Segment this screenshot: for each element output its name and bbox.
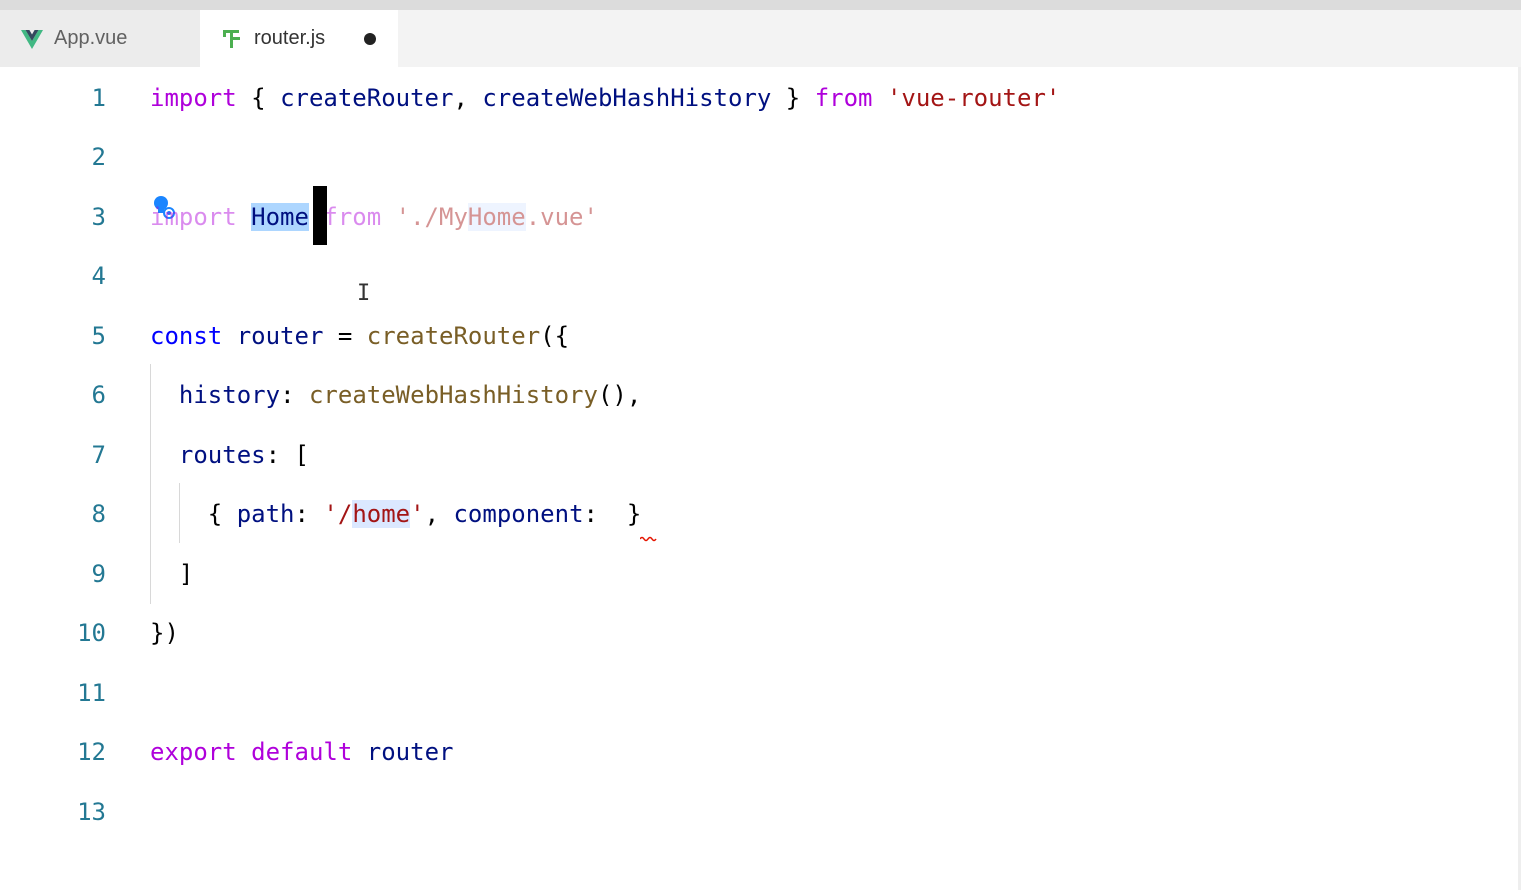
line-number: 4 <box>91 262 106 290</box>
code-line-9[interactable]: 9 ] <box>0 554 1500 594</box>
line-number: 5 <box>91 322 106 350</box>
code-line-7[interactable]: 7 routes: [ <box>0 435 1500 475</box>
code-line-4[interactable]: 4 <box>0 256 1500 296</box>
text-cursor <box>313 186 327 245</box>
code-line-8[interactable]: 8 { path: '/home', component: } <box>0 494 1500 534</box>
code-line-11[interactable]: 11 <box>0 673 1500 713</box>
code-text: import { createRouter, createWebHashHist… <box>150 84 1061 112</box>
tab-router-js[interactable]: router.js <box>200 10 398 67</box>
code-text: { path: '/home', component: } <box>150 500 642 528</box>
line-number: 9 <box>91 560 106 588</box>
line-number: 7 <box>91 441 106 469</box>
line-number: 11 <box>77 679 106 707</box>
window-top-strip <box>0 0 1521 10</box>
tab-app-vue[interactable]: App.vue <box>0 10 200 67</box>
code-text: import Home from './MyHome.vue' <box>150 203 598 231</box>
code-line-1[interactable]: 1 import { createRouter, createWebHashHi… <box>0 78 1500 118</box>
tab-label: router.js <box>254 27 326 49</box>
vue-logo-icon <box>21 29 43 49</box>
line-number: 8 <box>91 500 106 528</box>
code-line-12[interactable]: 12 export default router <box>0 732 1500 772</box>
code-text: ] <box>150 560 194 588</box>
editor-tab-bar: App.vue router.js <box>0 10 1521 67</box>
code-editor[interactable]: 1 import { createRouter, createWebHashHi… <box>0 67 1518 890</box>
mouse-ibeam-icon: I <box>357 281 371 306</box>
code-line-13[interactable]: 13 <box>0 792 1500 832</box>
code-line-5[interactable]: 5 const router = createRouter({ <box>0 316 1500 356</box>
code-line-6[interactable]: 6 history: createWebHashHistory(), <box>0 375 1500 415</box>
tab-label: App.vue <box>54 27 128 49</box>
code-line-3[interactable]: 3 import Home from './MyHome.vue' <box>0 197 1500 237</box>
line-number: 13 <box>77 798 106 826</box>
line-number: 12 <box>77 738 106 766</box>
code-text: }) <box>150 619 179 647</box>
code-text: history: createWebHashHistory(), <box>178 381 642 409</box>
code-text: routes: [ <box>178 441 309 469</box>
code-line-2[interactable]: 2 <box>0 137 1500 177</box>
line-number: 6 <box>91 381 106 409</box>
code-text: export default router <box>150 738 454 766</box>
line-number: 1 <box>91 84 106 112</box>
line-number: 3 <box>91 203 106 231</box>
code-text: const router = createRouter({ <box>150 322 570 350</box>
unsaved-changes-dot-icon[interactable] <box>364 33 376 45</box>
code-line-10[interactable]: 10 }) <box>0 613 1500 653</box>
line-number: 10 <box>77 619 106 647</box>
router-file-icon <box>223 29 240 48</box>
line-number: 2 <box>91 143 106 171</box>
error-squiggle-icon[interactable] <box>640 536 658 542</box>
